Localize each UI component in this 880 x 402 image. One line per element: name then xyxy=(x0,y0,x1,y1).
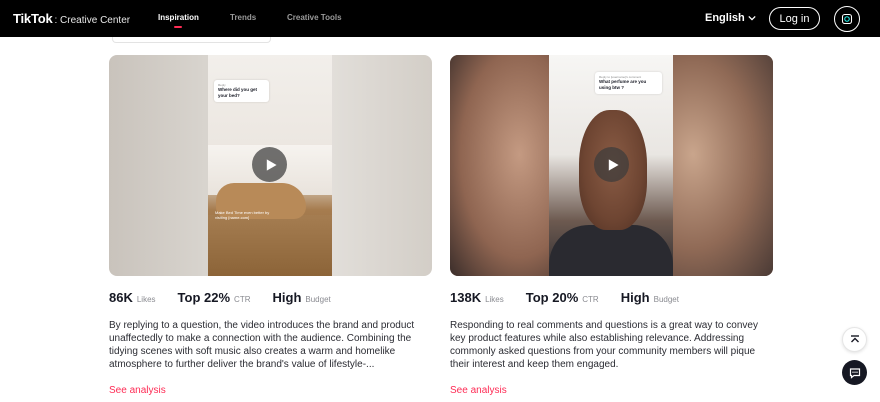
top-navbar: TikTok : Creative Center Inspiration Tre… xyxy=(0,0,880,37)
login-button[interactable]: Log in xyxy=(769,7,820,30)
metrics-row-2: 138K Likes Top 20% CTR High Budget xyxy=(450,290,701,305)
ctr-value: Top 22% xyxy=(177,290,231,305)
budget-value: High xyxy=(620,290,650,305)
logo-subtitle: : Creative Center xyxy=(54,15,131,26)
budget-value: High xyxy=(272,290,302,305)
chat-button[interactable] xyxy=(842,360,867,385)
search-box-edge xyxy=(112,37,271,43)
likes-label: Likes xyxy=(136,295,156,304)
see-analysis-link-1[interactable]: See analysis xyxy=(109,385,166,396)
blurred-background-right xyxy=(673,55,773,276)
camera-icon xyxy=(841,13,853,25)
ctr-value: Top 20% xyxy=(525,290,579,305)
back-to-top-button[interactable] xyxy=(842,327,867,352)
see-analysis-link-2[interactable]: See analysis xyxy=(450,385,507,396)
nav-link-inspiration[interactable]: Inspiration xyxy=(158,13,199,22)
likes-value: 138K xyxy=(450,290,482,305)
bed-blanket xyxy=(208,215,332,276)
play-icon xyxy=(608,158,619,171)
ctr-label: CTR xyxy=(234,295,251,304)
budget-label: Budget xyxy=(305,295,331,304)
language-selector[interactable]: English xyxy=(705,12,756,24)
comment-text: Where did you get your bed? xyxy=(218,87,258,98)
video-thumbnail-2[interactable]: Reply to [username]'s comment What perfu… xyxy=(450,55,773,276)
logo-brand: TikTok xyxy=(13,11,53,26)
likes-value: 86K xyxy=(109,290,133,305)
nav-link-creative-tools[interactable]: Creative Tools xyxy=(287,13,342,22)
card-description-2: Responding to real comments and question… xyxy=(450,320,758,370)
budget-label: Budget xyxy=(653,295,679,304)
language-label: English xyxy=(705,12,745,24)
metrics-row-1: 86K Likes Top 22% CTR High Budget xyxy=(109,290,353,305)
logo[interactable]: TikTok : Creative Center xyxy=(13,11,130,26)
comment-text: What perfume are you using btw ? xyxy=(599,79,647,90)
card-description-1: By replying to a question, the video int… xyxy=(109,320,415,370)
blurred-background-left xyxy=(450,55,549,276)
play-button[interactable] xyxy=(252,147,287,182)
ctr-label: CTR xyxy=(582,295,599,304)
video-thumbnail-1[interactable]: Reply Where did you get your bed? Make B… xyxy=(109,55,432,276)
video-caption: Make Bed Time even better by visiting [n… xyxy=(215,210,270,220)
back-to-top-icon xyxy=(850,334,859,342)
comment-bubble: Reply to [username]'s comment What perfu… xyxy=(595,72,662,94)
play-icon xyxy=(266,158,277,171)
profile-button[interactable] xyxy=(834,6,860,32)
likes-label: Likes xyxy=(485,295,504,304)
chevron-down-icon xyxy=(748,15,756,21)
nav-active-indicator xyxy=(174,26,182,28)
chat-icon xyxy=(849,367,860,379)
comment-bubble: Reply Where did you get your bed? xyxy=(214,80,269,102)
person-shirt xyxy=(549,225,673,276)
play-button[interactable] xyxy=(594,147,629,182)
nav-link-trends[interactable]: Trends xyxy=(230,13,256,22)
